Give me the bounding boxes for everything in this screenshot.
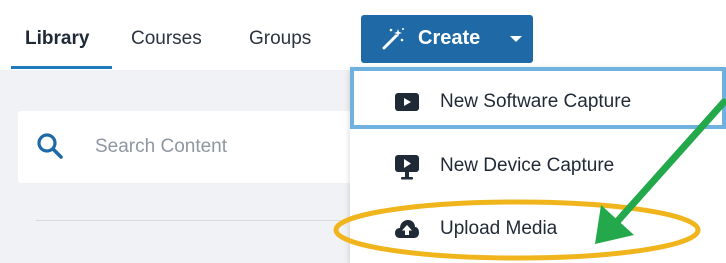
tab-courses[interactable]: Courses <box>131 28 202 50</box>
tab-library[interactable]: Library <box>25 28 89 50</box>
cloud-upload-icon <box>395 220 419 238</box>
search-bar <box>18 111 388 183</box>
menu-item-label: Upload Media <box>440 218 558 239</box>
top-nav: Library Courses Groups Create <box>0 0 726 70</box>
create-button-label: Create <box>418 27 481 49</box>
menu-item-new-device-capture[interactable]: New Device Capture <box>350 136 726 198</box>
device-monitor-icon <box>395 155 419 180</box>
search-input[interactable] <box>93 131 357 163</box>
menu-item-new-software-capture[interactable]: New Software Capture <box>350 67 726 129</box>
menu-item-label: New Software Capture <box>440 91 632 112</box>
create-dropdown-menu: New Software Capture New Device Capture … <box>350 67 726 263</box>
menu-item-upload-media[interactable]: Upload Media <box>350 198 726 260</box>
tab-groups[interactable]: Groups <box>249 28 311 50</box>
video-play-icon <box>395 93 419 111</box>
divider <box>36 220 366 221</box>
active-tab-indicator <box>11 66 112 69</box>
chevron-down-icon <box>510 36 522 42</box>
menu-item-label: New Device Capture <box>440 155 615 176</box>
magic-wand-icon <box>382 28 404 50</box>
search-icon <box>37 133 63 159</box>
create-button[interactable]: Create <box>361 15 533 63</box>
